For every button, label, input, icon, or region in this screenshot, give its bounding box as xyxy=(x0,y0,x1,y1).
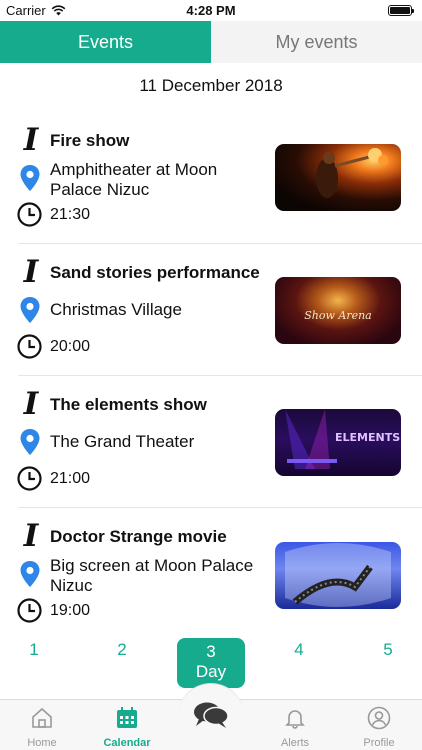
clock-icon xyxy=(17,466,42,491)
thumbnail-poster-text: Show Arena xyxy=(304,309,372,322)
day-option[interactable]: 2 xyxy=(107,640,137,660)
event-item[interactable]: I Fire show Amphitheater at Moon Palace … xyxy=(0,112,422,244)
event-time: 19:00 xyxy=(50,602,91,619)
event-location: The Grand Theater xyxy=(50,432,195,451)
event-title: The elements show xyxy=(50,395,207,414)
event-title: Doctor Strange movie xyxy=(50,527,227,546)
event-info-icon: I xyxy=(23,518,39,554)
event-location: Amphitheater at Moon Palace Nizuc xyxy=(50,160,218,199)
event-location: Christmas Village xyxy=(50,300,182,319)
location-pin-icon xyxy=(20,297,40,323)
tab-profile-label: Profile xyxy=(363,737,395,749)
event-info-icon: I xyxy=(23,122,39,158)
date-heading: 11 December 2018 xyxy=(139,76,283,95)
selected-day-label: Day xyxy=(195,662,227,681)
home-icon xyxy=(32,707,52,728)
tab-events[interactable]: Events xyxy=(0,21,211,63)
event-time: 21:30 xyxy=(50,206,91,223)
day-picker: 1 2 3 Day 4 5 xyxy=(0,636,422,688)
clock-icon xyxy=(17,334,42,359)
event-title: Sand stories performance xyxy=(50,263,260,282)
tab-profile[interactable]: Profile xyxy=(337,700,421,750)
tab-home[interactable]: Home xyxy=(0,700,84,750)
tab-calendar[interactable]: Calendar xyxy=(85,700,169,750)
selected-day-number: 3 xyxy=(206,642,216,661)
tab-alerts-label: Alerts xyxy=(280,737,310,749)
event-item[interactable]: I Sand stories performance Christmas Vil… xyxy=(0,244,422,376)
event-time: 21:00 xyxy=(50,470,91,487)
top-tabs: Events My events xyxy=(0,21,422,63)
event-thumbnail-sand-stories[interactable]: Show Arena xyxy=(275,277,401,344)
calendar-icon xyxy=(117,707,137,728)
tab-alerts[interactable]: Alerts xyxy=(253,700,337,750)
battery-icon xyxy=(388,5,414,16)
tab-calendar-label: Calendar xyxy=(103,737,151,749)
day-option[interactable]: 1 xyxy=(19,640,49,660)
tab-home-label: Home xyxy=(27,737,57,749)
event-thumbnail-elements-show[interactable]: ELEMENTS xyxy=(275,409,401,476)
thumbnail-poster-text: ELEMENTS xyxy=(335,431,401,444)
clock-time: 4:28 PM xyxy=(186,3,236,18)
location-pin-icon xyxy=(20,165,40,191)
clock-icon xyxy=(17,598,42,623)
location-pin-icon xyxy=(20,561,40,587)
location-pin-icon xyxy=(20,429,40,455)
fire-performer-figure xyxy=(316,148,388,198)
film-reel-graphic xyxy=(285,543,391,607)
status-bar: Carrier 4:28 PM xyxy=(0,0,422,22)
event-time: 20:00 xyxy=(50,338,91,355)
profile-icon xyxy=(367,706,391,730)
day-option-selected[interactable]: 3 Day xyxy=(177,638,245,688)
day-option[interactable]: 4 xyxy=(284,640,314,660)
event-thumbnail-fire-show[interactable] xyxy=(275,144,401,211)
event-thumbnail-doctor-strange[interactable] xyxy=(275,542,401,609)
clock-icon xyxy=(17,202,42,227)
day-option[interactable]: 5 xyxy=(373,640,403,660)
chat-bubbles-icon[interactable] xyxy=(193,701,229,729)
event-item[interactable]: I The elements show The Grand Theater 21… xyxy=(0,376,422,508)
bell-icon xyxy=(285,710,305,729)
event-info-icon: I xyxy=(23,254,39,290)
tab-my-events[interactable]: My events xyxy=(211,21,422,63)
event-item[interactable]: I Doctor Strange movie Big screen at Moo… xyxy=(0,508,422,640)
event-title: Fire show xyxy=(50,131,130,150)
event-location: Big screen at Moon Palace Nizuc xyxy=(50,556,254,595)
event-info-icon: I xyxy=(23,386,39,422)
